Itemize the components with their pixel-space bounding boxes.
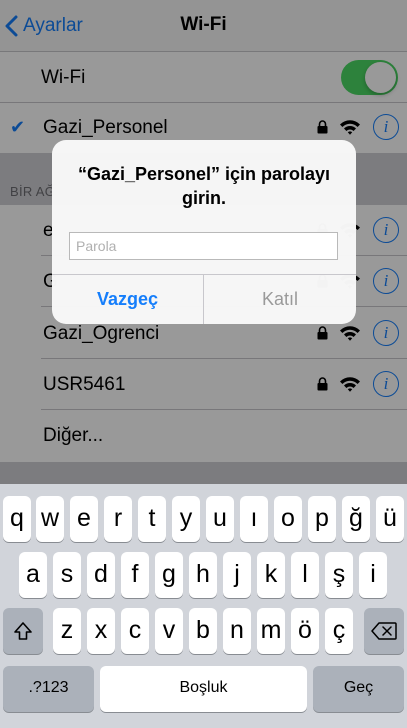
key-c-cedilla[interactable]: ç xyxy=(325,608,353,654)
key-m[interactable]: m xyxy=(257,608,285,654)
space-key[interactable]: Boşluk xyxy=(100,666,307,712)
keyboard: q w e r t y u ı o p ğ ü a s d f g h j k … xyxy=(0,484,407,728)
key-w[interactable]: w xyxy=(36,496,64,542)
backspace-key[interactable] xyxy=(364,608,404,654)
numbers-key[interactable]: .?123 xyxy=(3,666,94,712)
key-j[interactable]: j xyxy=(223,552,251,598)
key-a[interactable]: a xyxy=(19,552,47,598)
key-y[interactable]: y xyxy=(172,496,200,542)
password-alert: “Gazi_Personel” için parolayı girin. Vaz… xyxy=(52,140,356,324)
key-r[interactable]: r xyxy=(104,496,132,542)
key-f[interactable]: f xyxy=(121,552,149,598)
key-g-breve[interactable]: ğ xyxy=(342,496,370,542)
alert-message: “Gazi_Personel” için parolayı girin. xyxy=(77,164,331,208)
key-h[interactable]: h xyxy=(189,552,217,598)
key-dotless-i[interactable]: ı xyxy=(240,496,268,542)
key-v[interactable]: v xyxy=(155,608,183,654)
shift-key[interactable] xyxy=(3,608,43,654)
key-x[interactable]: x xyxy=(87,608,115,654)
password-field-box xyxy=(69,232,338,260)
password-input[interactable] xyxy=(70,233,337,259)
backspace-icon xyxy=(371,622,397,640)
key-q[interactable]: q xyxy=(3,496,31,542)
go-key[interactable]: Geç xyxy=(313,666,404,712)
key-l[interactable]: l xyxy=(291,552,319,598)
key-s[interactable]: s xyxy=(53,552,81,598)
join-button[interactable]: Katıl xyxy=(204,275,356,324)
key-t[interactable]: t xyxy=(138,496,166,542)
shift-icon xyxy=(14,622,32,640)
key-u-umlaut[interactable]: ü xyxy=(376,496,404,542)
key-e[interactable]: e xyxy=(70,496,98,542)
key-u[interactable]: u xyxy=(206,496,234,542)
key-z[interactable]: z xyxy=(53,608,81,654)
key-p[interactable]: p xyxy=(308,496,336,542)
key-k[interactable]: k xyxy=(257,552,285,598)
key-c[interactable]: c xyxy=(121,608,149,654)
key-b[interactable]: b xyxy=(189,608,217,654)
key-s-cedilla[interactable]: ş xyxy=(325,552,353,598)
key-o-umlaut[interactable]: ö xyxy=(291,608,319,654)
key-i[interactable]: i xyxy=(359,552,387,598)
key-g[interactable]: g xyxy=(155,552,183,598)
cancel-button[interactable]: Vazgeç xyxy=(52,275,203,324)
key-d[interactable]: d xyxy=(87,552,115,598)
key-n[interactable]: n xyxy=(223,608,251,654)
key-o[interactable]: o xyxy=(274,496,302,542)
